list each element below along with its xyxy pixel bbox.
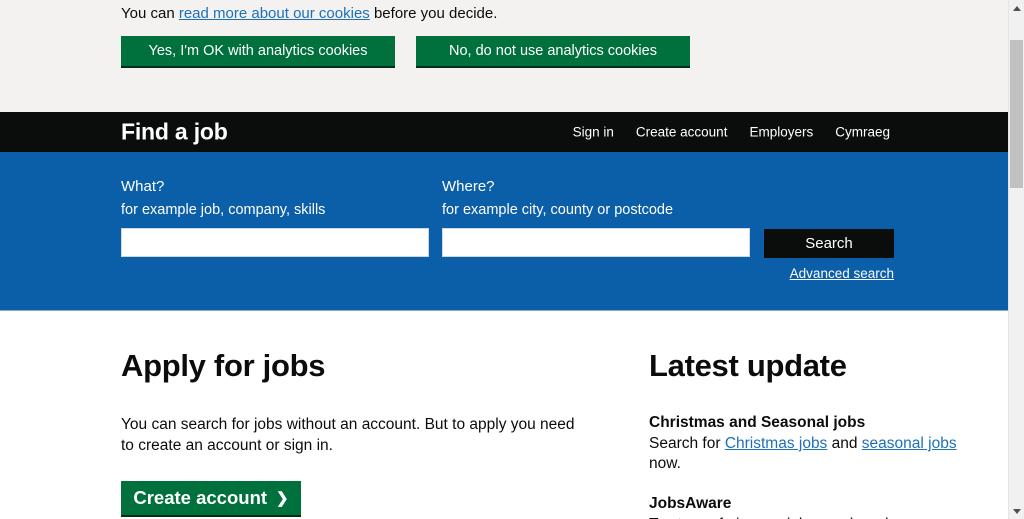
site-header: Find a job Sign in Create account Employ… xyxy=(0,112,1008,152)
create-account-button[interactable]: Create account ❯ xyxy=(121,481,301,517)
cookie-text-after: before you decide. xyxy=(369,5,498,22)
cookie-text-before: You can xyxy=(121,5,179,22)
nav-create-account[interactable]: Create account xyxy=(636,125,728,140)
update-body: To stay safe in your job search and xyxy=(649,515,969,519)
site-logo[interactable]: Find a job xyxy=(121,119,228,146)
search-button[interactable]: Search xyxy=(764,229,894,258)
where-field-group: Where? for example city, county or postc… xyxy=(442,178,750,257)
reject-analytics-cookies-button[interactable]: No, do not use analytics cookies xyxy=(416,36,690,68)
update-item-christmas: Christmas and Seasonal jobs Search for C… xyxy=(649,414,969,474)
nav-cymraeg[interactable]: Cymraeg xyxy=(835,125,890,140)
accept-analytics-cookies-button[interactable]: Yes, I'm OK with analytics cookies xyxy=(121,36,395,68)
job-search-band: What? for example job, company, skills W… xyxy=(0,152,1008,311)
apply-for-jobs-body: You can search for jobs without an accou… xyxy=(121,416,575,454)
update-title: Christmas and Seasonal jobs xyxy=(649,414,866,431)
where-label: Where? xyxy=(442,178,495,195)
what-field-group: What? for example job, company, skills xyxy=(121,178,429,257)
main-content: Apply for jobs You can search for jobs w… xyxy=(0,311,1008,519)
search-where-input[interactable] xyxy=(442,228,750,257)
update-body: Search for Christmas jobs and seasonal j… xyxy=(649,434,969,474)
page-viewport: You can read more about our cookies befo… xyxy=(0,0,1008,519)
chevron-right-icon: ❯ xyxy=(276,489,289,507)
update-text-3: now. xyxy=(649,455,681,472)
search-actions: Search Advanced search xyxy=(764,178,894,281)
cookie-banner-buttons: Yes, I'm OK with analytics cookies No, d… xyxy=(121,36,1008,68)
what-hint: for example job, company, skills xyxy=(121,202,326,218)
nav-employers[interactable]: Employers xyxy=(749,125,813,140)
christmas-jobs-link[interactable]: Christmas jobs xyxy=(725,435,828,452)
header-navigation: Sign in Create account Employers Cymraeg xyxy=(573,125,890,140)
create-account-label: Create account xyxy=(133,487,268,508)
latest-update-heading: Latest update xyxy=(649,348,847,383)
advanced-search-link[interactable]: Advanced search xyxy=(790,266,894,281)
where-hint: for example city, county or postcode xyxy=(442,202,674,218)
apply-for-jobs-section: Apply for jobs You can search for jobs w… xyxy=(121,348,649,519)
cookie-banner: You can read more about our cookies befo… xyxy=(0,0,1008,112)
apply-for-jobs-heading: Apply for jobs xyxy=(121,348,326,383)
latest-update-section: Latest update Christmas and Seasonal job… xyxy=(649,348,969,519)
scroll-up-arrow-icon[interactable] xyxy=(1009,0,1024,16)
vertical-scrollbar[interactable] xyxy=(1008,0,1024,519)
update-text-2: and xyxy=(827,435,862,452)
browser-page: You can read more about our cookies befo… xyxy=(0,0,1024,519)
scrollbar-thumb[interactable] xyxy=(1010,40,1023,188)
cookie-banner-text: You can read more about our cookies befo… xyxy=(121,4,1008,24)
cookie-policy-link[interactable]: read more about our cookies xyxy=(179,5,370,22)
scroll-down-arrow-icon[interactable] xyxy=(1009,503,1024,519)
what-label: What? xyxy=(121,178,165,195)
update-title: JobsAware xyxy=(649,495,732,512)
seasonal-jobs-link[interactable]: seasonal jobs xyxy=(862,435,957,452)
update-text-1: Search for xyxy=(649,435,725,452)
search-what-input[interactable] xyxy=(121,228,429,257)
nav-sign-in[interactable]: Sign in xyxy=(573,125,614,140)
update-item-jobsaware: JobsAware To stay safe in your job searc… xyxy=(649,495,969,519)
